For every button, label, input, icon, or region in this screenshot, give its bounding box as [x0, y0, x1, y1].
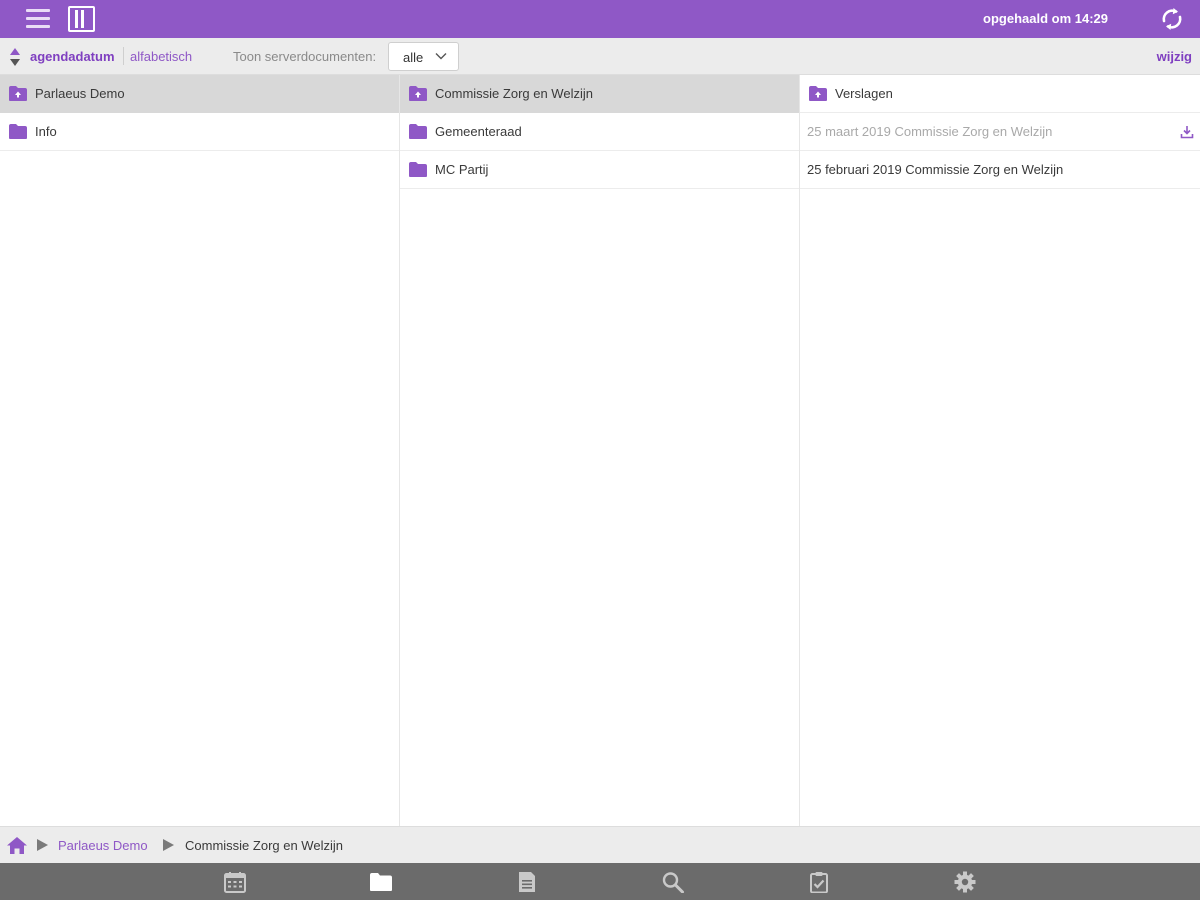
column-3: Verslagen 25 maart 2019 Commissie Zorg e… [800, 75, 1200, 826]
sort-by-agenda-date[interactable]: agendadatum [30, 49, 115, 64]
gear-icon[interactable] [953, 871, 977, 893]
breadcrumb-separator-icon [37, 839, 48, 851]
document-item-label: 25 februari 2019 Commissie Zorg en Welzi… [807, 162, 1064, 177]
column-header[interactable]: Verslagen [800, 75, 1200, 113]
folder-item[interactable]: MC Partij [400, 151, 799, 189]
refresh-icon[interactable] [1158, 5, 1186, 33]
top-bar: opgehaald om 14:29 [0, 0, 1200, 38]
clipboard-check-icon[interactable] [807, 871, 831, 893]
column-header-label: Commissie Zorg en Welzijn [435, 86, 593, 101]
breadcrumb-current: Commissie Zorg en Welzijn [185, 838, 343, 853]
columns-view-icon[interactable] [68, 6, 95, 32]
sort-alphabetical[interactable]: alfabetisch [130, 49, 192, 64]
folder-icon [9, 124, 27, 139]
breadcrumb: Parlaeus Demo Commissie Zorg en Welzijn [0, 826, 1200, 863]
folder-icon[interactable] [369, 871, 393, 893]
column-1: Parlaeus Demo Info [0, 75, 400, 826]
server-docs-select[interactable]: alle [388, 42, 459, 71]
breadcrumb-item[interactable]: Parlaeus Demo [58, 838, 148, 853]
column-2: Commissie Zorg en Welzijn Gemeenteraad M… [400, 75, 800, 826]
server-docs-select-value: alle [403, 50, 424, 65]
sort-toggle-icon[interactable] [9, 47, 21, 67]
toolbar: agendadatum alfabetisch Toon serverdocum… [0, 38, 1200, 75]
folder-up-icon [409, 86, 427, 101]
breadcrumb-separator-icon [163, 839, 174, 851]
column-header-label: Verslagen [835, 86, 893, 101]
search-icon[interactable] [661, 871, 685, 893]
folder-up-icon [809, 86, 827, 101]
hamburger-menu-icon[interactable] [24, 6, 52, 32]
document-item[interactable]: 25 februari 2019 Commissie Zorg en Welzi… [800, 151, 1200, 189]
document-icon[interactable] [515, 871, 539, 893]
folder-item[interactable]: Info [0, 113, 399, 151]
folder-item-label: Gemeenteraad [435, 124, 522, 139]
folder-up-icon [9, 86, 27, 101]
edit-button[interactable]: wijzig [1157, 49, 1192, 64]
folder-item-label: MC Partij [435, 162, 489, 177]
chevron-down-icon [435, 53, 447, 60]
calendar-icon[interactable] [223, 871, 247, 893]
column-header[interactable]: Parlaeus Demo [0, 75, 399, 113]
folder-icon [409, 124, 427, 139]
show-server-docs-label: Toon serverdocumenten: [233, 49, 377, 64]
folder-item[interactable]: Gemeenteraad [400, 113, 799, 151]
folder-icon [409, 162, 427, 177]
download-icon[interactable] [1180, 125, 1194, 139]
document-item-label: 25 maart 2019 Commissie Zorg en Welzijn [807, 124, 1053, 139]
sort-divider [123, 47, 124, 65]
folder-item-label: Info [35, 124, 57, 139]
column-header-label: Parlaeus Demo [35, 86, 125, 101]
home-icon[interactable] [6, 836, 28, 855]
bottom-navigation [0, 863, 1200, 900]
document-item[interactable]: 25 maart 2019 Commissie Zorg en Welzijn [800, 113, 1200, 151]
fetched-status-text: opgehaald om 14:29 [983, 11, 1108, 26]
column-header[interactable]: Commissie Zorg en Welzijn [400, 75, 799, 113]
